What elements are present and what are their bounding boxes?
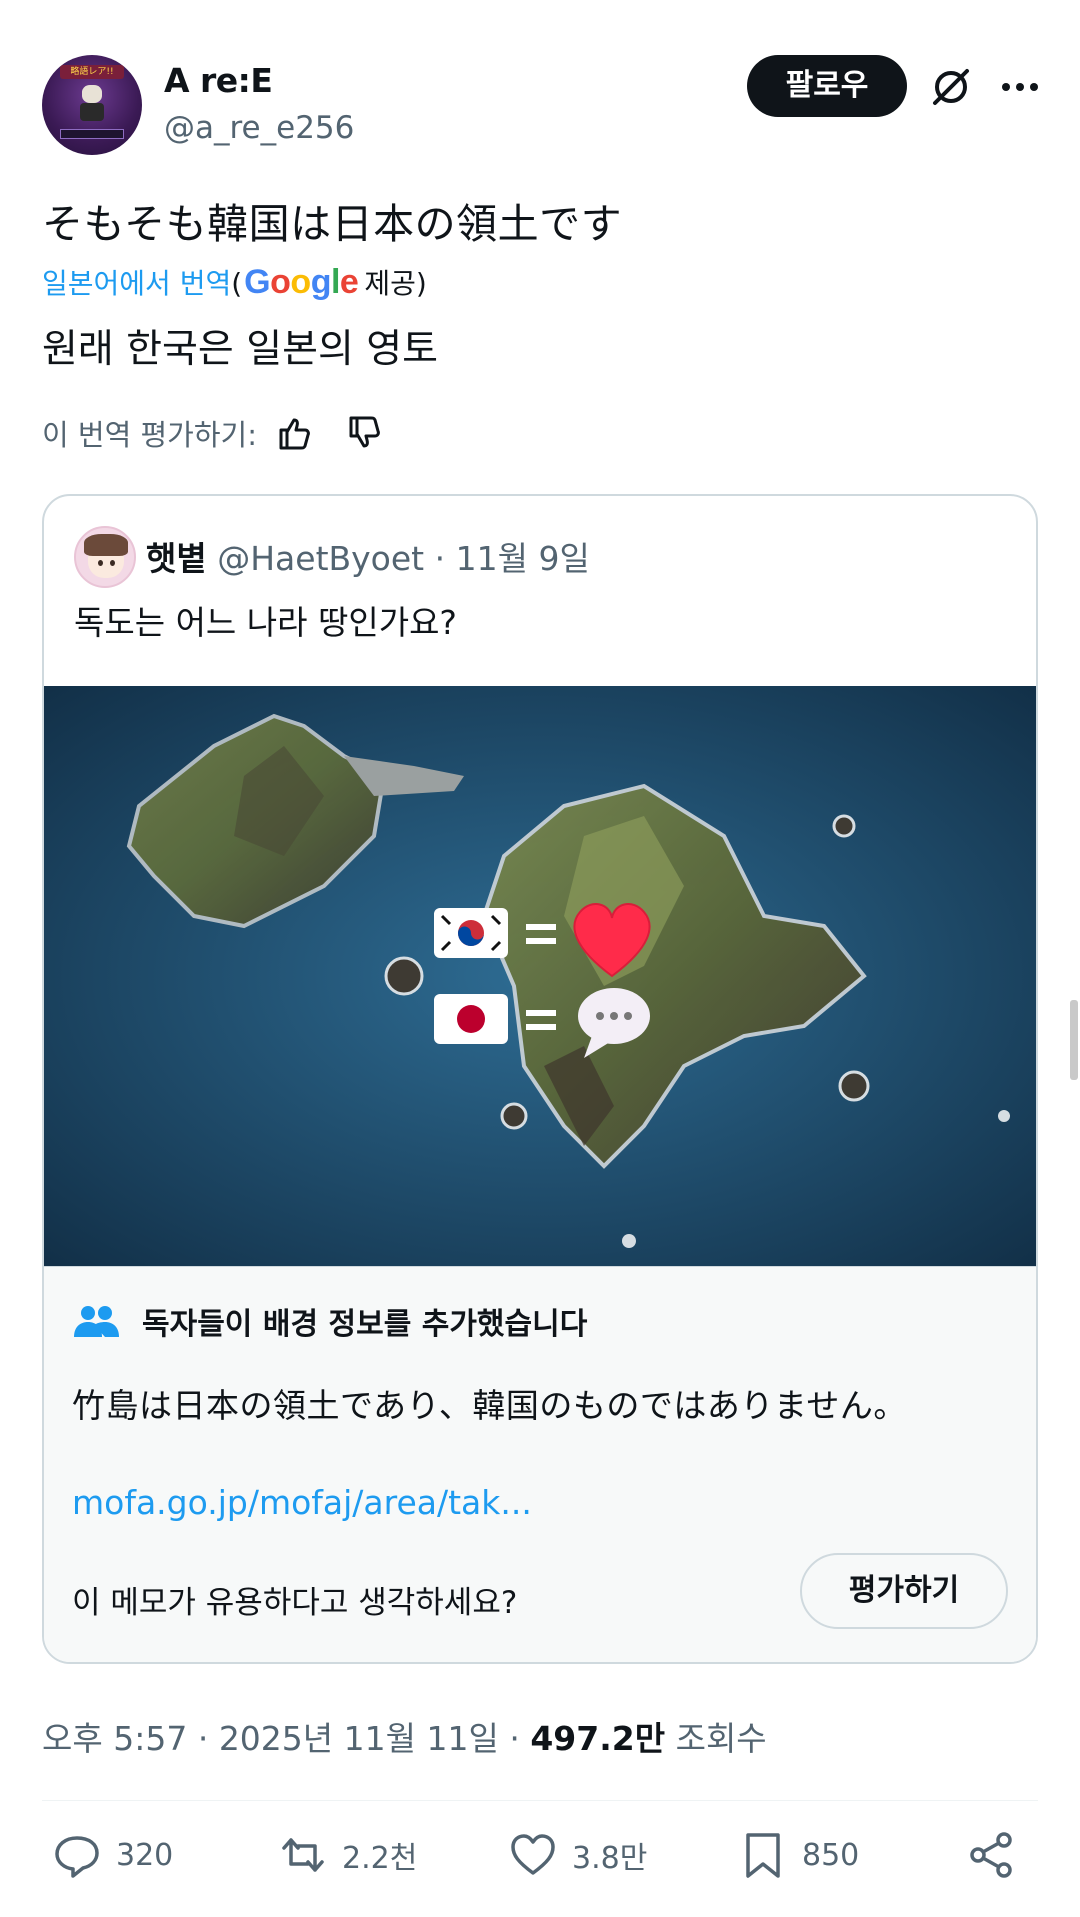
bookmark-icon [746, 1833, 780, 1878]
repost-count: 2.2천 [342, 1841, 418, 1876]
scrollbar-thumb[interactable] [1070, 1000, 1078, 1080]
translation-prefix[interactable]: 일본어에서 번역 [42, 262, 231, 302]
view-count: 497.2만 [530, 1719, 666, 1758]
share-icon [970, 1832, 1012, 1878]
community-note-body: 竹島は日本の領土であり、韓国のものではありません。 [72, 1386, 907, 1425]
korea-flag-icon [434, 908, 508, 958]
quote-author-avatar[interactable] [74, 526, 136, 588]
repost-button[interactable]: 2.2천 [278, 1830, 417, 1880]
meta-separator-1: · [197, 1719, 219, 1758]
post-date[interactable]: 2025년 11월 11일 [219, 1719, 499, 1758]
like-button[interactable]: 3.8만 [508, 1830, 647, 1880]
rate-translation-label: 이 번역 평가하기: [42, 418, 257, 452]
like-icon [511, 1834, 555, 1875]
thumbs-up-icon[interactable] [273, 412, 315, 454]
translation-suffix: 제공) [364, 267, 427, 300]
share-button[interactable] [966, 1830, 1030, 1880]
avatar-banner: 略語レア!! [60, 65, 124, 79]
community-note-header: 독자들이 배경 정보를 추가했습니다 [72, 1299, 587, 1343]
people-icon [74, 1306, 119, 1337]
grok-icon[interactable] [927, 63, 975, 111]
repost-icon [282, 1838, 324, 1872]
quote-header: 햇볕 @HaetByoet · 11월 9일 [146, 532, 590, 580]
community-note-title: 독자들이 배경 정보를 추가했습니다 [142, 1307, 588, 1342]
bookmark-button[interactable]: 850 [738, 1830, 859, 1880]
more-icon[interactable] [998, 65, 1042, 109]
community-note-link[interactable]: mofa.go.jp/mofaj/area/tak... [72, 1483, 532, 1522]
rate-note-button[interactable]: 평가하기 [800, 1553, 1008, 1629]
action-bar: 320 2.2천 3.8만 850 [42, 1830, 1038, 1890]
rate-translation: 이 번역 평가하기: [42, 412, 385, 454]
view-count-label: 조회수 [675, 1719, 767, 1758]
like-count: 3.8만 [572, 1841, 648, 1876]
translation-attribution: 일본어에서 번역 ( Google 제공) [42, 262, 427, 302]
community-note-question: 이 메모가 유용하다고 생각하세요? [72, 1585, 518, 1621]
google-logo: Google [244, 263, 359, 301]
community-note: 독자들이 배경 정보를 추가했습니다 竹島は日本の領土であり、韓国のものではあり… [44, 1266, 1036, 1662]
author-display-name[interactable]: A re:E [164, 61, 273, 100]
quote-author-name[interactable]: 햇볕 [146, 539, 207, 578]
follow-button[interactable]: 팔로우 [747, 55, 907, 117]
post-header: 略語レア!! A re:E @a_re_e256 팔로우 [42, 55, 1038, 160]
quote-text: 독도는 어느 나라 땅인가요? [74, 603, 457, 642]
japan-flag-icon [434, 994, 508, 1044]
bookmark-count: 850 [802, 1837, 860, 1873]
post-time[interactable]: 오후 5:57 [42, 1719, 187, 1758]
reply-button[interactable]: 320 [52, 1830, 173, 1880]
quote-separator: · [434, 539, 456, 578]
thumbs-down-icon[interactable] [343, 412, 385, 454]
reply-icon [55, 1836, 99, 1878]
reply-count: 320 [116, 1837, 174, 1873]
quote-date[interactable]: 11월 9일 [456, 539, 590, 578]
translated-text: 원래 한국은 일본의 영토 [42, 327, 438, 372]
author-handle[interactable]: @a_re_e256 [164, 110, 354, 146]
translation-open-paren: ( [231, 267, 243, 300]
post-meta: 오후 5:57 · 2025년 11월 11일 · 497.2만 조회수 [42, 1712, 767, 1760]
avatar-text: 略語レア!! [70, 67, 114, 77]
avatar-figure [80, 85, 104, 121]
quote-photo[interactable] [44, 686, 1036, 1266]
divider [42, 1800, 1038, 1801]
avatar-footer [60, 129, 124, 139]
author-avatar[interactable]: 略語レア!! [42, 55, 142, 155]
quoted-post[interactable]: 햇볕 @HaetByoet · 11월 9일 독도는 어느 나라 땅인가요? 독… [42, 494, 1038, 1664]
island-photo-illustration [44, 686, 1036, 1266]
post-text: そもそも韓国は日本の領土です [42, 200, 623, 248]
meta-separator-2: · [509, 1719, 531, 1758]
quote-author-handle[interactable]: @HaetByoet [217, 539, 424, 578]
